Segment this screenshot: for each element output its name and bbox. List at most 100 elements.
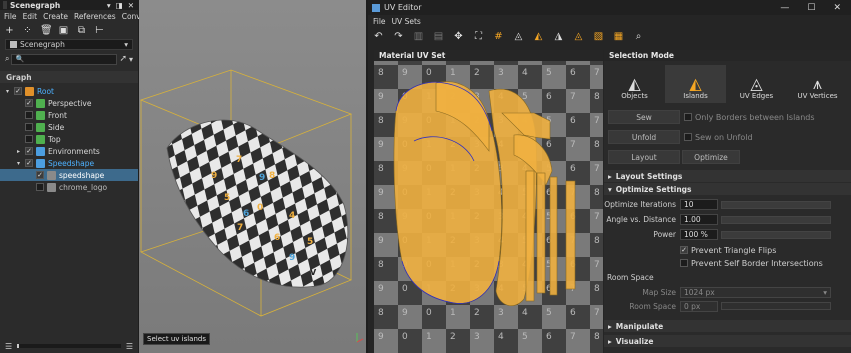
select-vertices-icon[interactable]: ◬	[573, 31, 584, 42]
mode-islands-button[interactable]: ◭ Islands	[665, 65, 726, 103]
grid-number: 5	[522, 332, 528, 342]
optimize-settings-section[interactable]: ▾ Optimize Settings	[604, 183, 851, 195]
grid-number: 7	[594, 260, 600, 270]
viewport-canvas[interactable]: 978 504 76 5 969 V	[139, 0, 366, 353]
filter-slider[interactable]	[17, 344, 121, 348]
visibility-checkbox[interactable]: ✓	[25, 159, 33, 167]
fit-icon[interactable]: ⛶	[473, 31, 484, 42]
align-icon[interactable]: ▥	[413, 31, 424, 42]
close-icon[interactable]: ✕	[833, 3, 841, 13]
expand-arrow-icon[interactable]: ▾	[6, 88, 14, 95]
tree-item[interactable]: ▾ ✓ Root	[0, 85, 138, 97]
uv-menu-uvsets[interactable]: UV Sets	[392, 17, 421, 26]
select-uv-edges-icon[interactable]: ◬	[513, 31, 524, 42]
visibility-checkbox[interactable]	[25, 111, 33, 119]
hierarchy-icon[interactable]: ⊢	[94, 25, 105, 36]
select-edges-icon[interactable]: ◮	[553, 31, 564, 42]
tree-item[interactable]: ▾ ✓ Speedshape	[0, 157, 138, 169]
menu-file[interactable]: File	[4, 12, 17, 21]
mode-uv-edges-button[interactable]: ◬ UV Edges	[726, 65, 787, 103]
optimize-button[interactable]: Optimize	[682, 150, 740, 164]
power-label: Power	[653, 230, 676, 239]
prevent-self-intersections-checkbox[interactable]	[680, 259, 688, 267]
visibility-checkbox[interactable]	[25, 123, 33, 131]
show-image-icon[interactable]: ▧	[593, 31, 604, 42]
grid-number: 7	[594, 68, 600, 78]
visibility-checkbox[interactable]: ✓	[25, 147, 33, 155]
power-input[interactable]: 100 %	[680, 229, 718, 240]
room-space-input[interactable]: 0 px	[680, 300, 718, 312]
search-input[interactable]: 🔍	[11, 53, 118, 65]
tree-item[interactable]: chrome_logo	[0, 181, 138, 193]
visibility-checkbox[interactable]: ✓	[36, 171, 44, 179]
angle-distance-slider[interactable]	[721, 215, 831, 224]
delete-icon[interactable]: 🗑	[40, 25, 53, 36]
tree-item[interactable]: Top	[0, 133, 138, 145]
tree-item[interactable]: ▸ ✓ Environments	[0, 145, 138, 157]
minimize-icon[interactable]: —	[780, 3, 789, 13]
grid-number: 5	[546, 68, 552, 78]
power-slider[interactable]	[721, 230, 831, 239]
visibility-checkbox[interactable]	[36, 183, 44, 191]
options-menu-icon[interactable]: ☰	[126, 342, 133, 351]
render-viewport[interactable]: 978 504 765 969 V Select uv islands	[139, 0, 366, 353]
angle-distance-input[interactable]: 1.00	[680, 214, 718, 225]
only-borders-checkbox[interactable]	[684, 113, 692, 121]
layout-button[interactable]: Layout	[608, 150, 680, 164]
duplicate-icon[interactable]: ⧉	[76, 25, 87, 36]
drag-grip-icon[interactable]	[3, 1, 7, 9]
menu-edit[interactable]: Edit	[23, 12, 38, 21]
map-size-select[interactable]: 1024 px ▾	[680, 286, 831, 298]
room-space-slider[interactable]	[721, 302, 831, 310]
close-icon[interactable]: ✕	[128, 1, 134, 10]
layout-settings-section[interactable]: ▸ Layout Settings	[604, 170, 851, 182]
scenegraph-tab-title[interactable]: Scenegraph	[10, 1, 60, 10]
grid-icon[interactable]: #	[493, 31, 504, 42]
tree-item-label: Environments	[48, 146, 100, 156]
maximize-icon[interactable]: ☐	[807, 3, 815, 13]
visibility-checkbox[interactable]: ✓	[14, 87, 22, 95]
add-icon[interactable]: +	[4, 25, 15, 36]
visualize-section[interactable]: ▸ Visualize	[604, 335, 851, 347]
tree-item[interactable]: Side	[0, 121, 138, 133]
tree-item[interactable]: ✓ Perspective	[0, 97, 138, 109]
zoom-icon[interactable]: ⌕	[633, 31, 644, 42]
stack-icon[interactable]: ▤	[433, 31, 444, 42]
sew-button[interactable]: Sew	[608, 110, 680, 124]
list-menu-icon[interactable]: ☰	[5, 342, 12, 351]
sew-on-unfold-checkbox[interactable]	[684, 133, 692, 141]
select-islands-icon[interactable]: ◭	[533, 31, 544, 42]
collapse-arrow-icon[interactable]: ▸	[17, 148, 25, 155]
menu-create[interactable]: Create	[43, 12, 68, 21]
undo-icon[interactable]: ↶	[373, 31, 384, 42]
tree-item[interactable]: ✓ speedshape	[0, 169, 138, 181]
optimize-iterations-input[interactable]: 10	[680, 199, 718, 210]
pointer-pick-icon[interactable]: ➚	[119, 54, 127, 64]
float-icon[interactable]: ◨	[116, 1, 123, 10]
mode-uv-vertices-button[interactable]: ⩚ UV Vertices	[787, 65, 848, 103]
tree-item[interactable]: Front	[0, 109, 138, 121]
expand-arrow-icon[interactable]: ▾	[17, 160, 25, 167]
menu-references[interactable]: References	[74, 12, 116, 21]
manipulate-section[interactable]: ▸ Manipulate	[604, 320, 851, 332]
search-options-icon[interactable]: ▾	[129, 55, 133, 64]
mode-objects-button[interactable]: ◭ Objects	[604, 65, 665, 103]
move-icon[interactable]: ✥	[453, 31, 464, 42]
filter-icon[interactable]: ⌕	[5, 54, 9, 64]
group-nodes-icon[interactable]: ⁘	[22, 25, 33, 36]
scenegraph-combo[interactable]: Scenegraph ▾	[5, 39, 133, 50]
save-icon[interactable]: ▣	[58, 25, 69, 36]
uv-canvas[interactable]: 8901234567901234567889012345679012345678…	[374, 61, 603, 353]
selection-mode-buttons: ◭ Objects ◭ Islands ◬ UV Edges ⩚ UV Vert…	[604, 65, 851, 105]
dropdown-icon[interactable]: ▾	[107, 1, 111, 10]
scenegraph-panel: Scenegraph ▾ ◨ ✕ File Edit Create Refere…	[0, 0, 161, 353]
optimize-iterations-slider[interactable]	[721, 200, 831, 209]
prevent-flips-checkbox[interactable]: ✓	[680, 246, 688, 254]
unfold-button[interactable]: Unfold	[608, 130, 680, 144]
visibility-checkbox[interactable]	[25, 135, 33, 143]
redo-icon[interactable]: ↷	[393, 31, 404, 42]
visibility-checkbox[interactable]: ✓	[25, 99, 33, 107]
checker-icon[interactable]: ▦	[613, 31, 624, 42]
tree-item-label: Perspective	[48, 98, 92, 108]
uv-menu-file[interactable]: File	[373, 17, 386, 26]
